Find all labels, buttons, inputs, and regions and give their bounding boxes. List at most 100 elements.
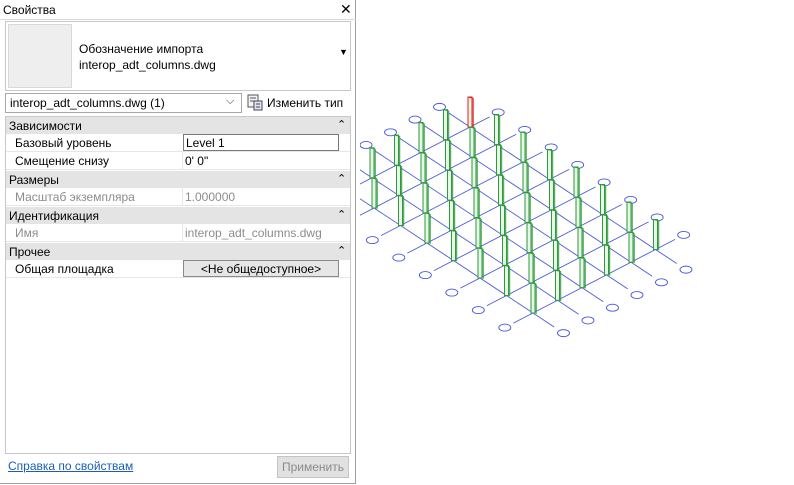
column-body: [498, 174, 503, 206]
column: [498, 174, 505, 206]
property-value: interop_adt_columns.dwg: [185, 226, 322, 240]
grid-bubble: [392, 253, 406, 262]
property-row-base-offset[interactable]: Смещение снизу 0' 0": [6, 152, 350, 170]
category-identity[interactable]: Идентификация ⌃: [6, 207, 350, 224]
column: [469, 126, 476, 158]
column-divider: [182, 188, 183, 205]
column-body: [398, 195, 403, 226]
collapse-icon[interactable]: ⌃: [337, 172, 346, 185]
column-body: [477, 247, 483, 279]
column-body: [449, 199, 454, 231]
base-level-field[interactable]: Level 1: [183, 134, 339, 151]
palette-title: Свойства: [3, 3, 56, 17]
instance-filter-value: interop_adt_columns.dwg (1): [10, 96, 165, 110]
category-constraints[interactable]: Зависимости ⌃: [6, 117, 350, 134]
property-row-shared-site[interactable]: Общая площадка <Не общедоступное>: [6, 260, 350, 278]
grid-bubble: [581, 316, 595, 325]
column: [371, 177, 378, 209]
column: [475, 217, 482, 249]
column: [553, 239, 560, 271]
property-row-base-level[interactable]: Базовый уровень Level 1: [6, 134, 350, 152]
column: [471, 156, 478, 189]
column-body: [371, 177, 377, 209]
edit-type-icon: [247, 94, 263, 111]
column: [422, 182, 429, 214]
column-body: [520, 131, 526, 163]
grid-line: [424, 125, 653, 277]
dropdown-arrow-icon[interactable]: ▼: [339, 47, 348, 57]
column-body: [549, 179, 554, 211]
column-body: [424, 212, 430, 244]
collapse-icon[interactable]: ⌃: [337, 208, 346, 221]
collapse-icon[interactable]: ⌃: [337, 118, 346, 131]
palette-title-bar[interactable]: Свойства ✕: [0, 0, 356, 20]
column: [575, 196, 582, 228]
column: [500, 204, 507, 236]
column: [528, 252, 535, 284]
column: [398, 195, 405, 227]
column-body: [396, 164, 401, 196]
grid-line: [513, 238, 676, 324]
column: [520, 131, 527, 163]
properties-help-link[interactable]: Справка по свойствам: [8, 459, 133, 473]
grid-bubble: [630, 291, 644, 299]
column: [526, 222, 533, 254]
column: [477, 247, 484, 279]
column: [549, 179, 556, 211]
column: [496, 144, 503, 176]
type-selector[interactable]: Обозначение импорта interop_adt_columns.…: [5, 21, 351, 91]
column: [530, 282, 537, 314]
apply-button[interactable]: Применить: [277, 456, 349, 478]
column: [451, 230, 458, 262]
column: [396, 164, 403, 197]
column: [443, 109, 450, 141]
column-body: [575, 196, 581, 228]
property-value[interactable]: 0' 0": [185, 154, 208, 168]
column-body: [418, 121, 424, 153]
column: [573, 166, 580, 198]
column-body: [447, 169, 452, 201]
column-body: [577, 226, 583, 258]
grid-line: [360, 169, 579, 315]
column: [600, 184, 607, 216]
edit-type-button[interactable]: Изменить тип: [246, 93, 352, 113]
grid-line: [448, 112, 677, 264]
grid-line: [380, 151, 543, 237]
column: [551, 209, 558, 241]
grid-bubble: [471, 306, 485, 315]
grid-bubble: [606, 303, 619, 312]
column: [577, 226, 584, 259]
column-body: [422, 182, 428, 214]
column-body: [369, 147, 375, 179]
column-body: [530, 282, 536, 314]
column-body: [600, 184, 605, 215]
category-dimensions[interactable]: Размеры ⌃: [6, 171, 350, 188]
column-body: [494, 114, 499, 145]
property-row-name: Имя interop_adt_columns.dwg: [6, 224, 350, 242]
close-icon[interactable]: ✕: [340, 0, 352, 19]
category-other[interactable]: Прочее ⌃: [6, 243, 350, 260]
column: [473, 187, 480, 219]
type-name-label: interop_adt_columns.dwg: [79, 58, 216, 72]
instance-filter-dropdown[interactable]: interop_adt_columns.dwg (1) ⌵: [5, 93, 242, 113]
column-body: [496, 144, 501, 176]
grid-line: [407, 168, 570, 254]
shared-site-button[interactable]: <Не общедоступное>: [183, 260, 339, 277]
properties-palette: Свойства ✕ Обозначение импорта interop_a…: [0, 0, 356, 484]
column-body: [602, 214, 607, 246]
column-body: [443, 109, 448, 141]
column: [547, 149, 554, 181]
column: [502, 234, 509, 267]
column-body: [626, 201, 632, 233]
chevron-down-icon[interactable]: ⌵: [226, 95, 234, 108]
grid-line: [433, 186, 596, 272]
3d-view-canvas[interactable]: [360, 0, 794, 485]
category-label: Идентификация: [9, 209, 99, 223]
property-row-instance-scale: Масштаб экземпляра 1.000000: [6, 188, 350, 206]
property-name: Общая площадка: [15, 262, 114, 276]
grid-bubble: [557, 329, 570, 338]
column: [579, 257, 586, 289]
collapse-icon[interactable]: ⌃: [337, 244, 346, 257]
column-body: [445, 139, 450, 171]
column-body: [579, 257, 585, 289]
